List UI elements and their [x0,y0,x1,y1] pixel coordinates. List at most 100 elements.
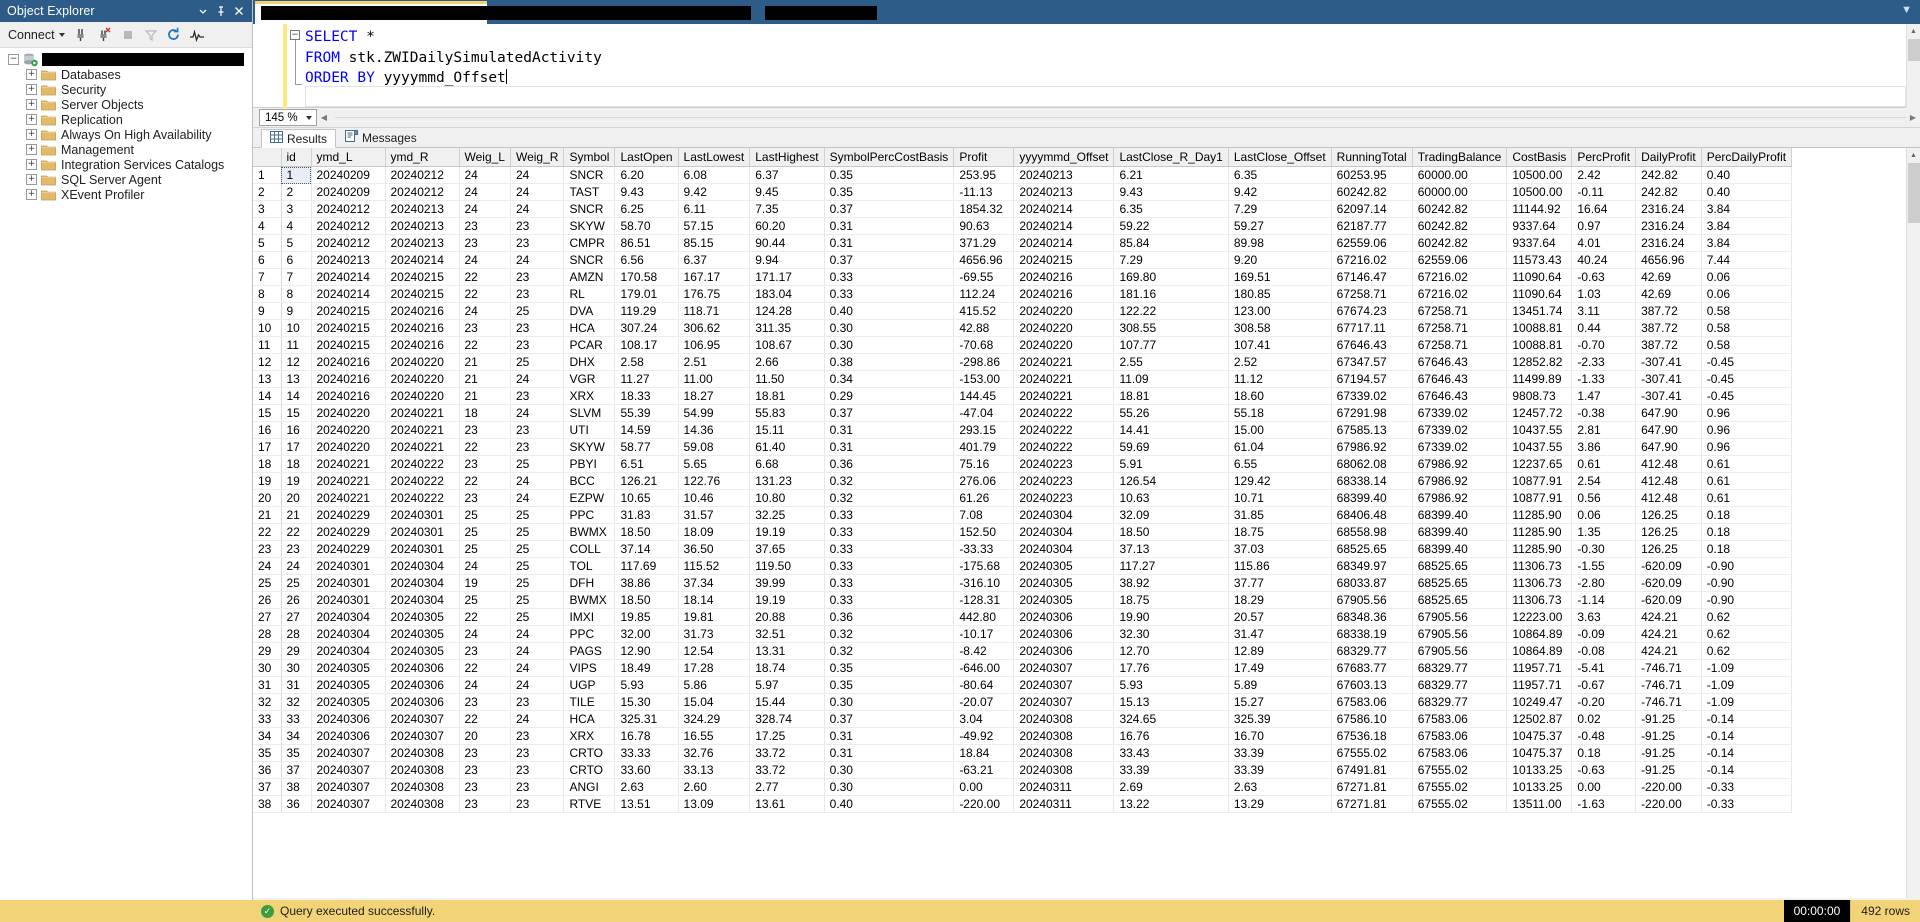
tab-results[interactable]: Results [261,129,337,148]
row-number-cell[interactable]: 20 [253,489,282,507]
cell-ymd_L[interactable]: 20240301 [311,574,386,592]
cell-LastClose_R_Day1[interactable]: 9.43 [1113,183,1229,201]
cell-Profit[interactable]: -646.00 [953,659,1015,677]
cell-LastOpen[interactable]: 15.30 [614,693,679,711]
cell-LastLowest[interactable]: 36.50 [678,540,751,558]
cell-SymbolPercCostBasis[interactable]: 0.33 [824,285,955,303]
cell-RunningTotal[interactable]: 67536.18 [1331,727,1413,745]
cell-PercProfit[interactable]: -0.38 [1571,404,1637,422]
cell-Weig_R[interactable]: 24 [510,659,565,677]
table-row[interactable]: 34 34 20240306 20240307 20 23 XRX 16.78 16.55 17.… [253,727,1793,745]
cell-Weig_L[interactable]: 18 [459,404,511,422]
cell-LastClose_Offset[interactable]: 16.70 [1228,727,1332,745]
table-row[interactable]: 19 19 20240221 20240222 22 24 BCC 126.21 122.76 1… [253,472,1793,490]
column-header-LastClose_Offset[interactable]: LastClose_Offset [1228,148,1332,167]
cell-Symbol[interactable]: ANGI [563,778,616,796]
cell-ymd_L[interactable]: 20240215 [311,319,386,337]
cell-PercProfit[interactable]: 3.86 [1571,438,1637,456]
cell-DailyProfit[interactable]: 242.82 [1635,183,1702,201]
cell-TradingBalance[interactable]: 62559.06 [1412,251,1508,269]
cell-LastLowest[interactable]: 2.60 [678,778,751,796]
cell-id[interactable]: 6 [281,251,312,269]
cell-Weig_L[interactable]: 23 [459,217,511,235]
cell-SymbolPercCostBasis[interactable]: 0.29 [824,387,955,405]
cell-CostBasis[interactable]: 10500.00 [1506,183,1573,201]
cell-LastHighest[interactable]: 17.25 [749,727,825,745]
cell-CostBasis[interactable]: 11957.71 [1506,676,1573,694]
cell-LastHighest[interactable]: 5.97 [749,676,825,694]
cell-PercProfit[interactable]: -0.08 [1571,642,1637,660]
table-row[interactable]: 17 17 20240220 20240221 22 23 SKYW 58.77 59.08 61… [253,438,1793,456]
cell-PercDailyProfit[interactable]: 3.84 [1701,217,1793,235]
cell-Weig_L[interactable]: 22 [459,608,511,626]
cell-LastHighest[interactable]: 19.19 [749,523,825,541]
cell-LastHighest[interactable]: 55.83 [749,404,825,422]
cell-PercDailyProfit[interactable]: 0.96 [1701,421,1793,439]
cell-PercDailyProfit[interactable]: 0.06 [1701,285,1793,303]
cell-PercDailyProfit[interactable]: 0.58 [1701,336,1793,354]
cell-yyyymmd_Offset[interactable]: 20240214 [1013,234,1115,252]
cell-DailyProfit[interactable]: -91.25 [1635,761,1702,779]
cell-PercProfit[interactable]: 2.42 [1571,166,1637,184]
cell-CostBasis[interactable]: 12237.65 [1506,455,1573,473]
cell-LastHighest[interactable]: 9.94 [749,251,825,269]
close-icon[interactable] [230,2,248,20]
table-row[interactable]: 15 15 20240220 20240221 18 24 SLVM 55.39 54.99 55… [253,404,1793,422]
cell-LastClose_Offset[interactable]: 5.89 [1228,676,1332,694]
cell-LastLowest[interactable]: 6.08 [678,166,751,184]
row-number-cell[interactable]: 4 [253,217,282,235]
cell-PercDailyProfit[interactable]: 0.96 [1701,404,1793,422]
cell-LastLowest[interactable]: 12.54 [678,642,751,660]
cell-DailyProfit[interactable]: 647.90 [1635,438,1702,456]
column-header-LastHighest[interactable]: LastHighest [749,148,825,167]
column-header-LastLowest[interactable]: LastLowest [678,148,751,167]
cell-PercDailyProfit[interactable]: 0.61 [1701,489,1793,507]
cell-Weig_R[interactable]: 25 [510,302,565,320]
cell-Weig_R[interactable]: 23 [510,319,565,337]
table-row[interactable]: 29 29 20240304 20240305 23 24 PAGS 12.90 12.54 13… [253,642,1793,660]
cell-Weig_L[interactable]: 22 [459,285,511,303]
cell-DailyProfit[interactable]: -746.71 [1635,659,1702,677]
cell-Symbol[interactable]: TAST [563,183,616,201]
cell-Symbol[interactable]: CRTO [563,744,616,762]
cell-PercProfit[interactable]: -0.67 [1571,676,1637,694]
cell-SymbolPercCostBasis[interactable]: 0.31 [824,217,955,235]
cell-LastClose_R_Day1[interactable]: 11.09 [1113,370,1229,388]
table-row[interactable]: 38 36 20240307 20240308 23 23 RTVE 13.51 13.09 13… [253,795,1793,813]
cell-LastClose_Offset[interactable]: 18.75 [1228,523,1332,541]
cell-LastClose_Offset[interactable]: 9.42 [1228,183,1332,201]
cell-yyyymmd_Offset[interactable]: 20240308 [1013,710,1115,728]
cell-Weig_R[interactable]: 25 [510,353,565,371]
cell-Profit[interactable]: 415.52 [953,302,1015,320]
cell-yyyymmd_Offset[interactable]: 20240213 [1013,183,1115,201]
cell-LastLowest[interactable]: 115.52 [678,557,751,575]
cell-yyyymmd_Offset[interactable]: 20240220 [1013,319,1115,337]
cell-LastClose_R_Day1[interactable]: 5.93 [1113,676,1229,694]
cell-ymd_L[interactable]: 20240306 [311,727,386,745]
expand-icon[interactable]: + [26,84,37,95]
cell-Symbol[interactable]: HCA [563,710,616,728]
cell-LastHighest[interactable]: 6.68 [749,455,825,473]
cell-RunningTotal[interactable]: 67271.81 [1331,795,1413,813]
cell-TradingBalance[interactable]: 68399.40 [1412,523,1508,541]
cell-Symbol[interactable]: XRX [563,387,616,405]
cell-Weig_R[interactable]: 23 [510,744,565,762]
cell-DailyProfit[interactable]: -220.00 [1635,778,1702,796]
cell-CostBasis[interactable]: 11285.90 [1506,523,1573,541]
cell-LastClose_R_Day1[interactable]: 18.75 [1113,591,1229,609]
cell-Profit[interactable]: -49.92 [953,727,1015,745]
table-row[interactable]: 22 22 20240229 20240301 25 25 BWMX 18.50 18.09 19… [253,523,1793,541]
cell-DailyProfit[interactable]: 387.72 [1635,302,1702,320]
cell-SymbolPercCostBasis[interactable]: 0.30 [824,761,955,779]
cell-LastClose_R_Day1[interactable]: 32.09 [1113,506,1229,524]
row-number-cell[interactable]: 33 [253,710,282,728]
cell-LastClose_Offset[interactable]: 12.89 [1228,642,1332,660]
cell-id[interactable]: 33 [281,710,312,728]
cell-LastOpen[interactable]: 33.60 [614,761,679,779]
tree-item-server-objects[interactable]: + Server Objects [0,97,252,112]
cell-yyyymmd_Offset[interactable]: 20240311 [1013,778,1115,796]
cell-ymd_R[interactable]: 20240306 [385,693,460,711]
cell-ymd_R[interactable]: 20240308 [385,778,460,796]
cell-yyyymmd_Offset[interactable]: 20240306 [1013,642,1115,660]
cell-Weig_R[interactable]: 25 [510,455,565,473]
